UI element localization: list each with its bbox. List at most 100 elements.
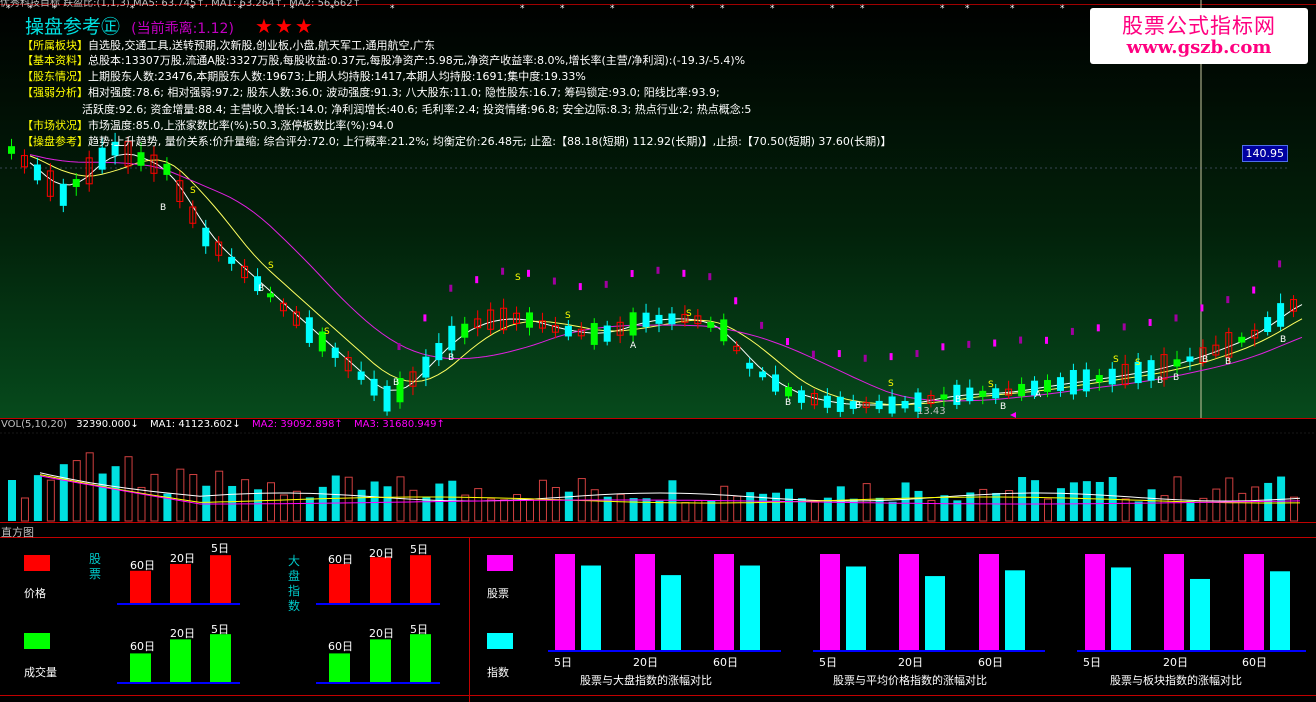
- signal-s: S: [686, 309, 692, 319]
- compare-period: 60日: [978, 654, 1003, 670]
- candle-body: [720, 319, 727, 341]
- signal-b: B: [785, 398, 791, 408]
- candle-body: [358, 371, 365, 379]
- volume-label-row: VOL(5,10,20) 32390.000↓ MA1: 41123.602↓ …: [1, 419, 445, 430]
- signal-bar: [1200, 304, 1203, 311]
- signal-bar: [864, 355, 867, 362]
- volume-ma1: MA1: 41123.602↓: [150, 419, 241, 430]
- candle-body: [1044, 380, 1051, 392]
- signal-a: A: [1035, 390, 1042, 400]
- signal-s: S: [515, 273, 521, 283]
- signal-bar: [423, 314, 426, 321]
- candle-body: [306, 317, 313, 343]
- signal-bar: [605, 281, 608, 288]
- stock-volume-bar: [210, 634, 231, 682]
- signal-s: S: [1135, 358, 1141, 368]
- top-marker: *: [690, 4, 695, 14]
- compare-index-bar: [740, 566, 760, 650]
- info-basic: 【基本资料】总股本:13307万股,流通A股:3327万股,每股收益:0.37元…: [22, 53, 745, 68]
- signal-bar: [1123, 323, 1126, 330]
- signal-b: B: [1173, 373, 1179, 383]
- top-marker: *: [770, 4, 775, 14]
- market-volume-bar: [329, 653, 350, 682]
- signal-bar: [398, 343, 401, 350]
- watermark-line1: 股票公式指标网: [1090, 10, 1308, 40]
- compare-stock-bar: [635, 554, 655, 650]
- signal-s: S: [1113, 355, 1119, 365]
- candle-body: [1083, 369, 1090, 391]
- volume-bar: [1083, 481, 1091, 521]
- candle-body: [798, 390, 805, 403]
- signal-bar: [1278, 260, 1281, 267]
- top-marker: *: [1010, 4, 1015, 14]
- top-marker: *: [1060, 4, 1065, 14]
- candle-body: [1018, 384, 1025, 396]
- signal-b: B: [258, 284, 264, 294]
- period-label: 60日: [130, 638, 155, 654]
- signal-bar: [890, 353, 893, 360]
- histogram-title: 直方图: [1, 524, 34, 540]
- compare-index-bar: [1005, 570, 1025, 650]
- candle-body: [1109, 369, 1116, 385]
- volume-bar: [1264, 483, 1272, 521]
- volume-bar: [1135, 501, 1143, 521]
- volume-bar: [1186, 501, 1194, 521]
- volume-bar: [319, 487, 327, 521]
- top-marker: *: [830, 4, 835, 14]
- candle-body: [99, 148, 106, 170]
- volume-ma3: MA3: 31680.949↑: [354, 419, 445, 430]
- candle-body: [1148, 360, 1155, 381]
- compare-index-bar: [1190, 579, 1210, 650]
- volume-bar: [435, 484, 443, 521]
- compare-stock-bar: [1164, 554, 1184, 650]
- top-marker: *: [610, 4, 615, 14]
- top-marker: *: [860, 4, 865, 14]
- compare-period: 20日: [633, 654, 658, 670]
- compare-stock-bar: [1244, 554, 1264, 650]
- info-tag: 【操盘参考】: [22, 135, 88, 148]
- compare-index-bar: [1111, 567, 1131, 650]
- volume-bar: [422, 497, 430, 521]
- info-tag: 【股东情况】: [22, 70, 88, 83]
- info-tag: 【所属板块】: [22, 39, 88, 52]
- volume-bar: [902, 482, 910, 521]
- info-strength: 【强弱分析】相对强度:78.6; 相对强弱:97.2; 股东人数:36.0; 波…: [22, 85, 720, 100]
- signal-b: B: [1202, 355, 1208, 365]
- candle-body: [643, 313, 650, 327]
- volume-bar: [1148, 489, 1156, 521]
- volume-bar: [60, 464, 68, 521]
- volume-bar: [707, 501, 715, 521]
- info-sector: 【所属板块】自选股,交通工具,送转预期,次新股,创业板,小盘,航天军工,通用航空…: [22, 38, 435, 53]
- signal-a: A: [630, 341, 637, 351]
- signal-bar: [1045, 337, 1048, 344]
- candle-body: [461, 324, 468, 338]
- legend-price-label: 价格: [24, 585, 46, 601]
- period-label: 20日: [369, 545, 394, 561]
- signal-s: S: [888, 379, 894, 389]
- signal-b: B: [448, 353, 454, 363]
- candle-body: [1057, 377, 1064, 391]
- volume-bar: [1031, 480, 1039, 521]
- volume-bar: [876, 498, 884, 521]
- volume-bar: [99, 474, 107, 521]
- signal-bar: [579, 283, 582, 290]
- top-marker: *: [965, 4, 970, 14]
- candle-body: [668, 313, 675, 324]
- candle-body: [1277, 303, 1284, 327]
- candle-body: [267, 293, 274, 297]
- candle-body: [34, 164, 41, 180]
- info-tag: 【市场状况】: [22, 119, 88, 132]
- stock-volume-bar: [170, 639, 191, 682]
- volume-bar: [1070, 482, 1078, 521]
- candle-body: [979, 391, 986, 397]
- signal-bar: [838, 350, 841, 357]
- legend-stock-label: 股票: [487, 585, 509, 601]
- compare-title: 股票与大盘指数的涨幅对比: [580, 672, 712, 688]
- volume-bar: [889, 502, 897, 521]
- legend-volume-label: 成交量: [24, 664, 57, 680]
- signal-bar: [916, 350, 919, 357]
- candle-body: [1174, 359, 1181, 366]
- signal-s: S: [324, 327, 330, 337]
- signal-bar: [1071, 328, 1074, 335]
- volume-bar: [565, 492, 573, 521]
